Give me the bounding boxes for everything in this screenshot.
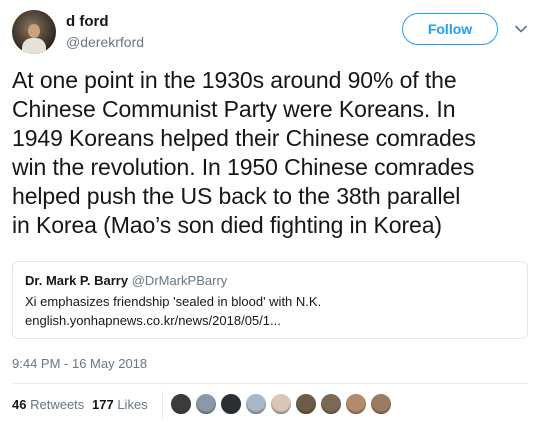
liker-avatar[interactable]: [295, 393, 317, 415]
tweet-text-line: helped push the US back to the 38th para…: [12, 183, 461, 209]
liker-avatar[interactable]: [320, 393, 342, 415]
likes-count: 177: [92, 397, 114, 412]
follow-button[interactable]: Follow: [402, 13, 498, 45]
tweet-text-line: At one point in the 1930s around 90% of …: [12, 67, 457, 93]
liker-avatar[interactable]: [220, 393, 242, 415]
stats-separator: [162, 391, 163, 419]
quoted-tweet-link[interactable]: english.yonhapnews.co.kr/news/2018/05/1.…: [25, 313, 281, 328]
liker-avatar[interactable]: [270, 393, 292, 415]
liker-avatar[interactable]: [370, 393, 392, 415]
quoted-author-name: Dr. Mark P. Barry: [25, 273, 129, 288]
author-display-name[interactable]: d ford: [66, 13, 109, 30]
tweet-text: At one point in the 1930s around 90% of …: [12, 66, 528, 240]
tweet-text-line: Chinese Communist Party were Koreans. In: [12, 96, 456, 122]
chevron-down-icon[interactable]: [514, 22, 528, 36]
likes-stat[interactable]: 177 Likes: [92, 397, 148, 412]
liker-avatar[interactable]: [170, 393, 192, 415]
quoted-author-handle: @DrMarkPBarry: [131, 273, 228, 288]
quoted-tweet-card[interactable]: Dr. Mark P. Barry @DrMarkPBarry Xi empha…: [12, 261, 528, 339]
divider: [12, 383, 528, 384]
quoted-tweet-author: Dr. Mark P. Barry @DrMarkPBarry: [25, 273, 227, 288]
author-handle[interactable]: @derekrford: [66, 34, 144, 50]
likes-label: Likes: [117, 397, 148, 412]
tweet-stats: 46 Retweets 177 Likes: [12, 391, 532, 419]
tweet-text-line: in Korea (Mao’s son died fighting in Kor…: [12, 212, 442, 238]
tweet-text-line: win the revolution. In 1950 Chinese comr…: [12, 154, 475, 180]
liker-avatar[interactable]: [195, 393, 217, 415]
liker-avatar[interactable]: [345, 393, 367, 415]
tweet-timestamp[interactable]: 9:44 PM - 16 May 2018: [12, 356, 147, 371]
retweets-count: 46: [12, 397, 27, 412]
liker-avatar[interactable]: [245, 393, 267, 415]
quoted-tweet-text: Xi emphasizes friendship 'sealed in bloo…: [25, 294, 322, 309]
retweets-label: Retweets: [30, 397, 85, 412]
tweet-header: d ford @derekrford Follow: [12, 10, 532, 58]
retweets-stat[interactable]: 46 Retweets: [12, 397, 84, 412]
tweet-text-line: 1949 Koreans helped their Chinese comrad…: [12, 125, 476, 151]
author-avatar[interactable]: [12, 10, 56, 54]
